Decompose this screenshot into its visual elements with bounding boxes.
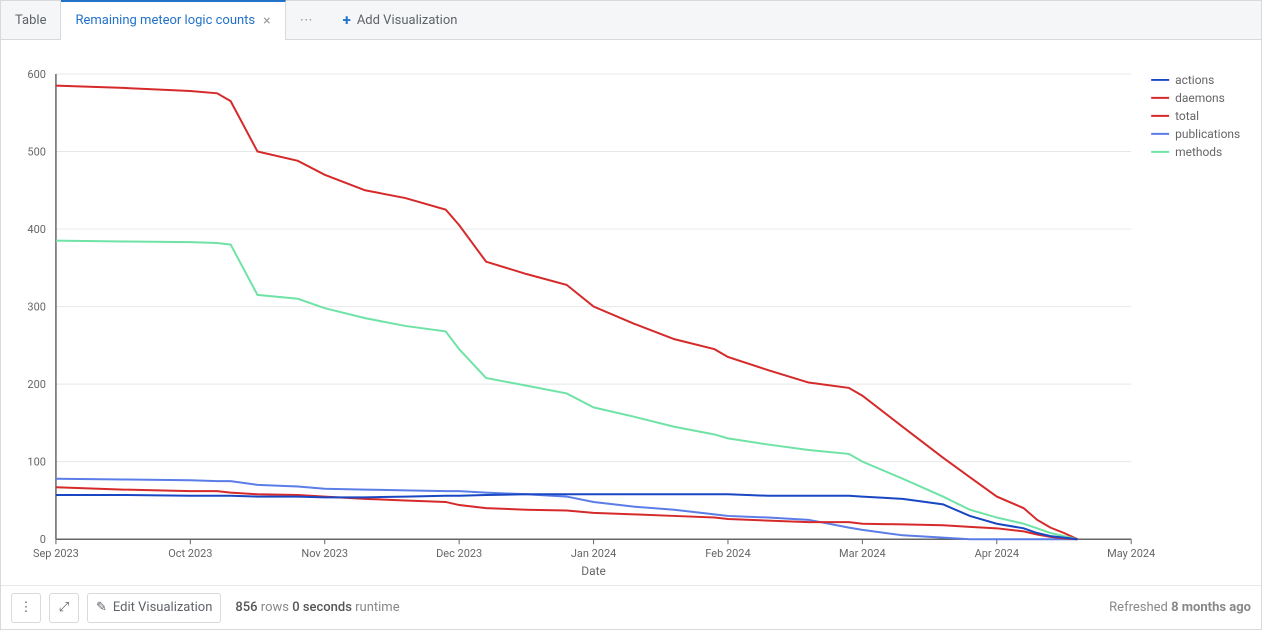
svg-text:400: 400 (27, 223, 46, 236)
tab-active-label: Remaining meteor logic counts (75, 13, 255, 28)
svg-text:300: 300 (27, 301, 46, 314)
legend-item-methods[interactable]: methods (1151, 145, 1222, 159)
legend-item-total[interactable]: total (1151, 109, 1199, 123)
svg-text:Date: Date (581, 564, 606, 578)
svg-text:Nov 2023: Nov 2023 (301, 547, 348, 560)
series-actions[interactable] (56, 494, 1078, 539)
line-chart[interactable]: 0 100 200 300 400 500 600 Sep 2023 Oct 2023 Nov … (1, 40, 1261, 585)
svg-text:Mar 2024: Mar 2024 (839, 547, 886, 560)
svg-text:Jan 2024: Jan 2024 (571, 547, 616, 560)
expand-icon: ⤢ (59, 600, 69, 615)
svg-text:600: 600 (27, 68, 46, 81)
add-visualization-button[interactable]: + Add Visualization (329, 11, 472, 29)
expand-button[interactable]: ⤢ (49, 593, 79, 623)
svg-text:500: 500 (27, 145, 46, 158)
svg-text:Sep 2023: Sep 2023 (33, 547, 79, 560)
chart-area: 0 100 200 300 400 500 600 Sep 2023 Oct 2023 Nov … (1, 40, 1261, 585)
status-text: 856 rows 0 seconds runtime (235, 600, 399, 615)
svg-text:publications: publications (1175, 127, 1240, 141)
add-visualization-label: Add Visualization (357, 13, 458, 28)
svg-text:daemons: daemons (1175, 91, 1225, 105)
svg-text:methods: methods (1175, 145, 1222, 159)
series-total[interactable] (56, 86, 1078, 540)
edit-visualization-button[interactable]: ✎ Edit Visualization (87, 593, 221, 623)
svg-text:May 2024: May 2024 (1107, 547, 1155, 560)
tab-overflow-menu[interactable]: ⋯ (286, 13, 329, 28)
runtime-value: 0 seconds (292, 600, 352, 615)
refreshed-text: Refreshed 8 months ago (1109, 600, 1251, 615)
plus-icon: + (343, 11, 351, 29)
tab-remaining-meteor[interactable]: Remaining meteor logic counts × (61, 0, 285, 40)
svg-text:total: total (1175, 109, 1199, 123)
refreshed-value: 8 months ago (1171, 600, 1251, 615)
svg-text:0: 0 (40, 533, 46, 546)
legend-item-daemons[interactable]: daemons (1151, 91, 1225, 105)
legend-item-actions[interactable]: actions (1151, 73, 1214, 87)
kebab-menu-button[interactable]: ⋮ (11, 593, 41, 623)
svg-text:100: 100 (27, 456, 46, 469)
svg-text:Dec 2023: Dec 2023 (436, 547, 482, 560)
svg-text:200: 200 (27, 378, 46, 391)
tab-table[interactable]: Table (1, 1, 61, 39)
legend-item-publications[interactable]: publications (1151, 127, 1240, 141)
svg-text:Apr 2024: Apr 2024 (975, 547, 1019, 560)
svg-text:Feb 2024: Feb 2024 (705, 547, 750, 560)
svg-text:Oct 2023: Oct 2023 (168, 547, 212, 560)
row-count: 856 (235, 600, 257, 615)
svg-text:actions: actions (1175, 73, 1214, 87)
edit-icon: ✎ (96, 600, 107, 615)
edit-visualization-label: Edit Visualization (113, 600, 212, 615)
kebab-icon: ⋮ (20, 600, 33, 615)
close-icon[interactable]: × (263, 13, 270, 29)
tab-table-label: Table (15, 13, 46, 28)
